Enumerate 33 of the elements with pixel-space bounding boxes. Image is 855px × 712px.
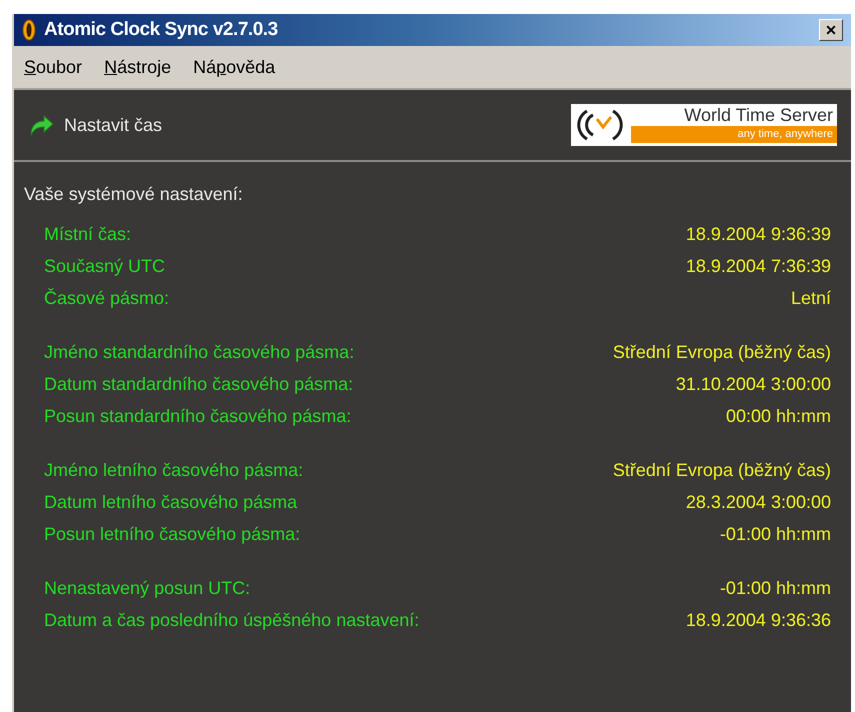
setting-label: Posun standardního časového pásma:: [44, 404, 352, 428]
setting-label: Nenastavený posun UTC:: [44, 576, 250, 600]
setting-value: 18.9.2004 9:36:39: [686, 222, 831, 246]
window-title: Atomic Clock Sync v2.7.0.3: [44, 18, 278, 42]
setting-value: 28.3.2004 3:00:00: [686, 490, 831, 514]
setting-value: Střední Evropa (běžný čas): [612, 340, 831, 364]
setting-label: Jméno standardního časového pásma:: [44, 340, 354, 364]
setting-value: 00:00 hh:mm: [726, 404, 831, 428]
setting-value: 18.9.2004 7:36:39: [686, 254, 831, 278]
logo-title: World Time Server: [683, 104, 834, 126]
setting-value: Střední Evropa (běžný čas): [612, 458, 831, 482]
setting-label: Datum a čas posledního úspěšného nastavení:: [44, 608, 420, 632]
setting-value: -01:00 hh:mm: [720, 522, 831, 546]
setting-label: Místní čas:: [44, 222, 132, 246]
setting-label: Datum standardního časového pásma:: [44, 372, 354, 396]
arrow-icon: [28, 114, 54, 136]
set-time-button[interactable]: Nastavit čas: [28, 112, 162, 138]
setting-label: Posun letního časového pásma:: [44, 522, 300, 546]
setting-label: Datum letního časového pásma: [44, 490, 298, 514]
app-icon: [22, 19, 36, 41]
setting-label: Jméno letního časového pásma:: [44, 458, 304, 482]
setting-value: -01:00 hh:mm: [720, 576, 831, 600]
menu-item[interactable]: Nástroje: [104, 54, 172, 80]
menu-item[interactable]: Soubor: [24, 54, 82, 80]
setting-label: Současný UTC: [44, 254, 166, 278]
close-button[interactable]: ×: [819, 19, 843, 41]
setting-label: Časové pásmo:: [44, 286, 170, 310]
setting-value: 18.9.2004 9:36:36: [686, 608, 831, 632]
menu-item[interactable]: Nápověda: [193, 54, 276, 80]
section-heading: Vaše systémové nastavení:: [24, 183, 244, 206]
setting-value: 31.10.2004 3:00:00: [676, 372, 831, 396]
logo-slogan: any time, anywhere: [631, 126, 837, 143]
setting-value: Letní: [790, 286, 831, 310]
